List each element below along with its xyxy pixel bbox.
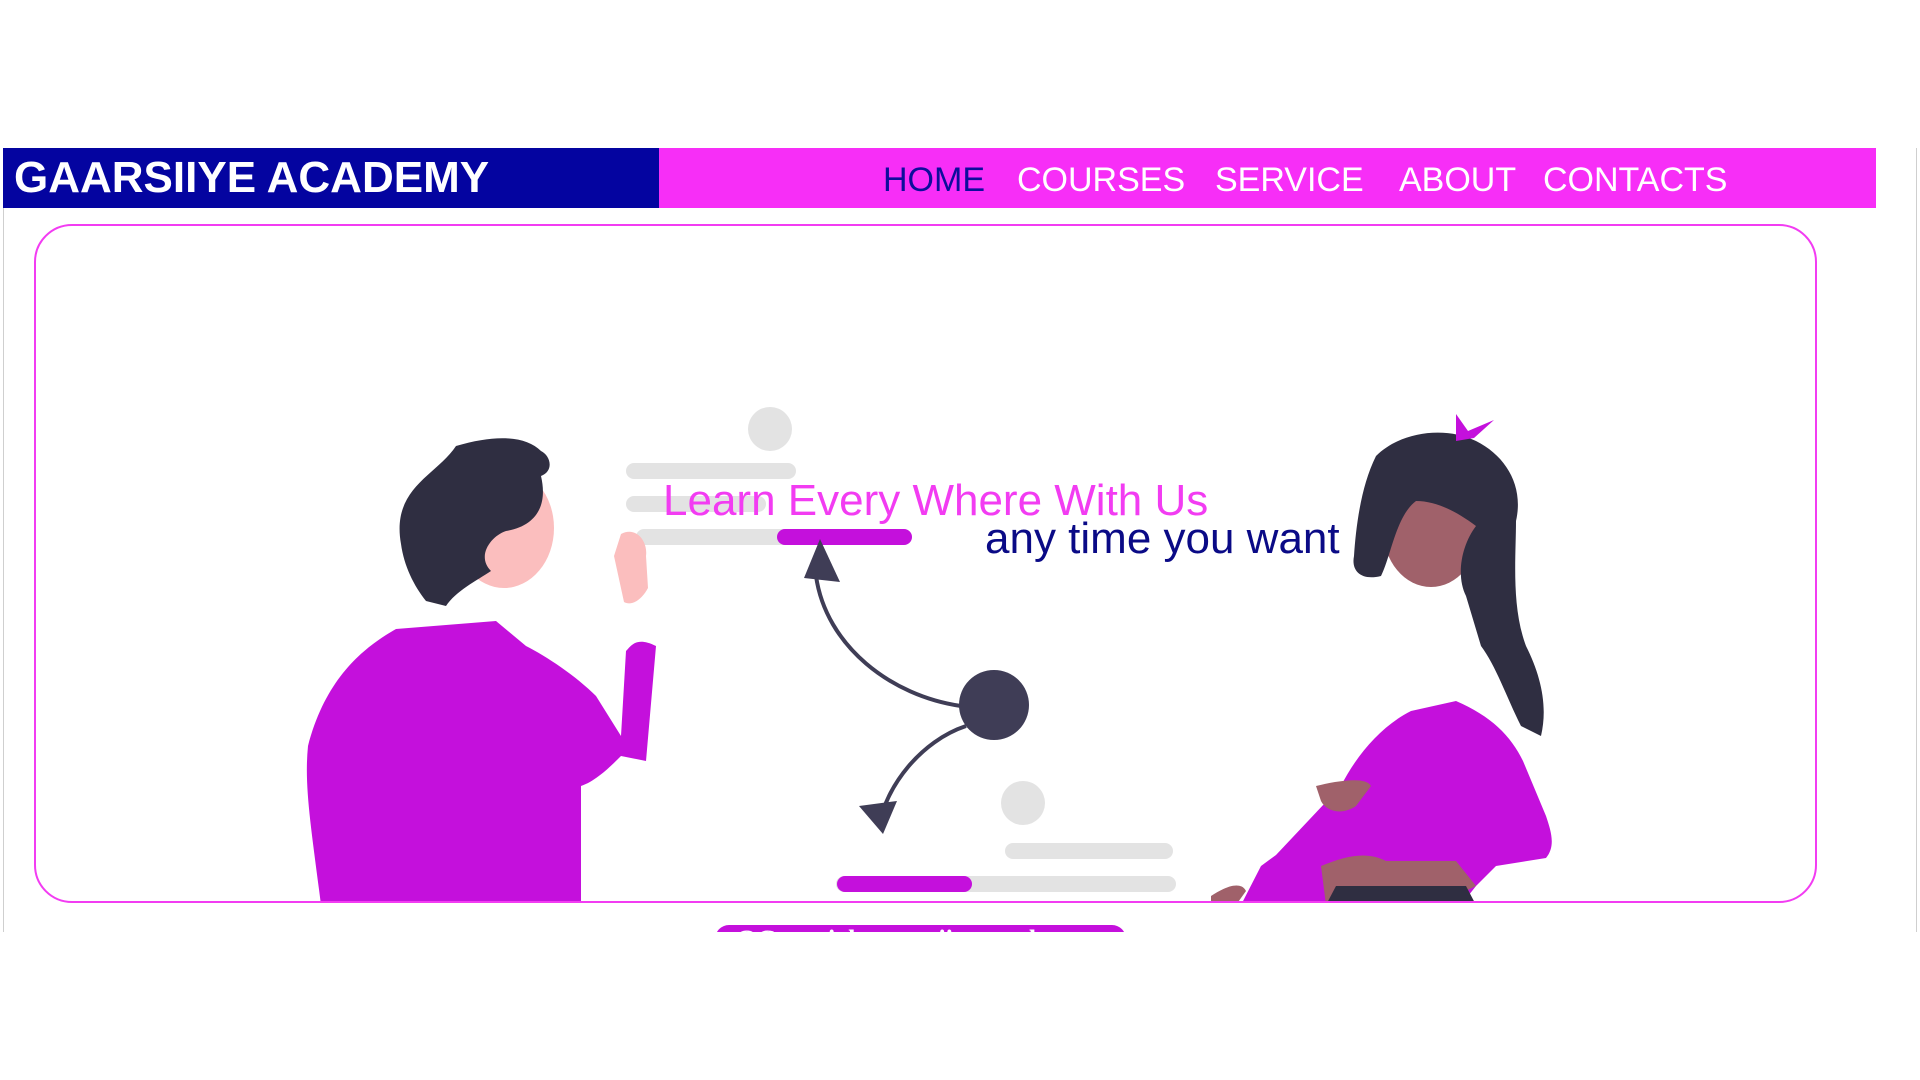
site-header: GAARSIIYE ACADEMY HOME COURSES SERVICE A… xyxy=(3,148,1876,208)
nav-home[interactable]: HOME xyxy=(883,148,985,208)
main-nav: HOME COURSES SERVICE ABOUT CONTACTS xyxy=(659,148,1876,208)
placeholder-line xyxy=(1005,843,1173,859)
placeholder-avatar-bottom xyxy=(1001,781,1045,825)
arrow-up-head xyxy=(804,539,840,582)
connector-node xyxy=(959,670,1029,740)
woman-figure xyxy=(1211,414,1552,901)
nav-about[interactable]: ABOUT xyxy=(1399,148,1516,208)
nav-service[interactable]: SERVICE xyxy=(1215,148,1364,208)
arrow-up-path xyxy=(814,575,962,708)
hero-subline: any time you want xyxy=(985,514,1340,563)
placeholder-avatar-top xyxy=(748,407,792,451)
arrow-down-head xyxy=(859,801,897,834)
blank-area xyxy=(0,932,1920,1080)
learning-illustration xyxy=(306,407,1552,901)
man-figure xyxy=(306,438,656,901)
nav-courses[interactable]: COURSES xyxy=(1017,148,1185,208)
progress-line-top xyxy=(777,529,912,545)
progress-line-bottom xyxy=(837,876,972,892)
nav-contacts[interactable]: CONTACTS xyxy=(1543,148,1727,208)
brand-logo-text[interactable]: GAARSIIYE ACADEMY xyxy=(3,148,659,208)
page-frame-edge xyxy=(1916,148,1917,932)
hero-banner: Learn Every Where With Us any time you w… xyxy=(34,224,1817,903)
